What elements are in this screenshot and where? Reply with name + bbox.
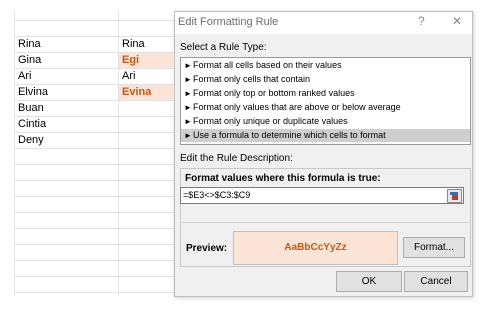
formula-label: Format values where this formula is true… — [185, 173, 381, 184]
arrow-right-icon: ► — [184, 103, 192, 112]
arrow-right-icon: ► — [184, 117, 192, 126]
cell-b3[interactable]: Ari — [18, 69, 31, 84]
rule-type-item[interactable]: ►Format only cells that contain — [181, 73, 470, 86]
grid-line — [14, 260, 174, 261]
grid-line — [14, 228, 174, 229]
rule-type-item[interactable]: ►Format all cells based on their values — [181, 59, 470, 72]
arrow-right-icon: ► — [184, 75, 192, 84]
grid-line — [14, 12, 15, 295]
rule-type-item[interactable]: ►Format only unique or duplicate values — [181, 115, 470, 128]
cell-c4-highlighted[interactable]: Evina — [119, 85, 173, 100]
help-icon[interactable]: ? — [418, 14, 425, 28]
rule-type-item-label: Format only top or bottom ranked values — [193, 88, 355, 98]
rule-type-item[interactable]: ►Format only top or bottom ranked values — [181, 87, 470, 100]
preview-label: Preview: — [186, 243, 228, 254]
arrow-right-icon: ► — [184, 89, 192, 98]
dialog-title: Edit Formatting Rule — [178, 16, 279, 28]
arrow-right-icon: ► — [184, 61, 192, 70]
rule-type-item-label: Format only unique or duplicate values — [193, 116, 348, 126]
dialog-titlebar: Edit Formatting Rule ? ✕ — [175, 12, 472, 34]
format-button[interactable]: Format... — [403, 237, 465, 258]
preview-sample: AaBbCcYyZz — [233, 231, 398, 265]
cell-b4[interactable]: Elvina — [18, 85, 48, 100]
edit-formatting-rule-dialog: Edit Formatting Rule ? ✕ Select a Rule T… — [174, 11, 473, 297]
cell-b1[interactable]: Rina — [18, 37, 41, 52]
formula-input[interactable]: =$E3<>$C3:$C9 — [180, 187, 464, 204]
range-select-icon[interactable] — [447, 189, 462, 203]
rule-type-item-selected[interactable]: ►Use a formula to determine which cells … — [181, 129, 470, 142]
cell-c2-highlighted[interactable]: Egi — [119, 53, 173, 68]
cell-c3[interactable]: Ari — [119, 69, 176, 84]
grid-line — [14, 196, 174, 197]
grid-line — [14, 148, 174, 149]
cell-b5[interactable]: Buan — [18, 101, 44, 116]
rule-type-list[interactable]: ►Format all cells based on their values … — [180, 57, 471, 145]
grid-line — [14, 164, 174, 165]
ok-button[interactable]: OK — [336, 271, 402, 292]
rule-type-label: Select a Rule Type: — [180, 42, 267, 53]
grid-line — [14, 292, 174, 293]
cell-b2[interactable]: Gina — [18, 53, 41, 68]
description-label: Edit the Rule Description: — [180, 153, 293, 164]
grid-line — [14, 180, 174, 181]
rule-type-item-label: Format only cells that contain — [193, 74, 311, 84]
grid-line — [14, 276, 174, 277]
rule-type-item[interactable]: ►Format only values that are above or be… — [181, 101, 470, 114]
close-icon[interactable]: ✕ — [452, 14, 462, 28]
rule-type-item-label: Format all cells based on their values — [193, 60, 342, 70]
cell-b6[interactable]: Cintia — [18, 117, 46, 132]
cell-c1[interactable]: Rina — [119, 37, 176, 52]
divider — [180, 222, 469, 223]
grid-line — [14, 244, 174, 245]
formula-input-value: =$E3<>$C3:$C9 — [183, 190, 251, 200]
grid-line — [14, 20, 174, 21]
rule-type-item-label: Format only values that are above or bel… — [193, 102, 401, 112]
rule-type-item-label: Use a formula to determine which cells t… — [193, 130, 386, 140]
arrow-right-icon: ► — [184, 131, 192, 140]
cancel-button[interactable]: Cancel — [404, 271, 468, 292]
cell-b7[interactable]: Deny — [18, 133, 44, 148]
grid-line — [14, 212, 174, 213]
